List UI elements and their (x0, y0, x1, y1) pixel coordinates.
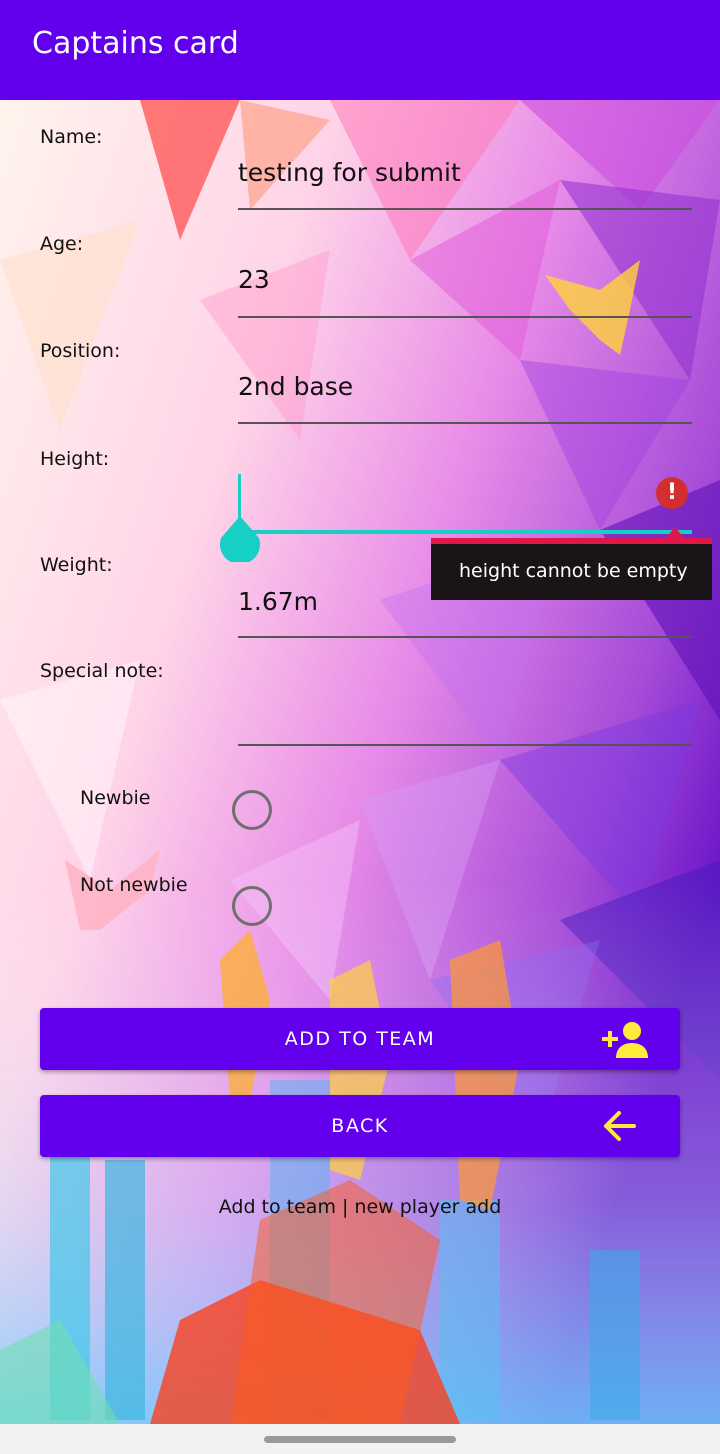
age-label: Age: (40, 233, 84, 255)
weight-field-underline (238, 636, 692, 638)
weight-field-value: 1.67m (238, 587, 319, 616)
age-field[interactable]: 23 (238, 265, 692, 305)
app-bar: Captains card (0, 0, 720, 100)
weight-label: Weight: (40, 554, 113, 576)
system-navigation-bar (0, 1424, 720, 1454)
special-note-field[interactable] (238, 700, 692, 740)
age-field-underline (238, 316, 692, 318)
form-screen: Name: testing for submit Age: 23 Positio… (0, 100, 720, 1424)
position-field-value: 2nd base (238, 372, 354, 401)
not-newbie-radio[interactable] (232, 886, 272, 926)
name-field-underline (238, 208, 692, 210)
height-field-focus-line (240, 530, 692, 534)
newbie-label: Newbie (80, 787, 151, 809)
special-note-label: Special note: (40, 660, 164, 682)
cursor-handle[interactable] (219, 516, 261, 562)
person-add-icon (602, 1022, 648, 1058)
name-label: Name: (40, 126, 103, 148)
age-field-value: 23 (238, 265, 270, 294)
position-label: Position: (40, 340, 121, 362)
app-title: Captains card (32, 26, 239, 61)
position-field-underline (238, 422, 692, 424)
error-tooltip-caret (665, 527, 685, 539)
special-note-field-underline (238, 744, 692, 746)
position-field[interactable]: 2nd base (238, 372, 692, 412)
not-newbie-label: Not newbie (80, 874, 188, 896)
home-gesture-handle[interactable] (264, 1436, 456, 1443)
special-note-field-value (238, 700, 692, 740)
error-tooltip-text: height cannot be empty (459, 560, 688, 582)
height-label: Height: (40, 448, 110, 470)
add-to-team-button[interactable]: ADD TO TEAM (40, 1008, 680, 1070)
error-icon: ! (656, 477, 688, 509)
back-label: BACK (331, 1115, 389, 1137)
newbie-radio[interactable] (232, 790, 272, 830)
add-to-team-label: ADD TO TEAM (284, 1028, 436, 1050)
name-field-value: testing for submit (238, 158, 461, 187)
height-field[interactable] (238, 478, 692, 518)
back-button[interactable]: BACK (40, 1095, 680, 1157)
arrow-back-icon (604, 1111, 636, 1141)
height-field-value (238, 478, 692, 518)
weight-field[interactable]: 1.67m (238, 587, 692, 627)
footer-caption: Add to team | new player add (218, 1196, 502, 1218)
name-field[interactable]: testing for submit (238, 158, 692, 198)
